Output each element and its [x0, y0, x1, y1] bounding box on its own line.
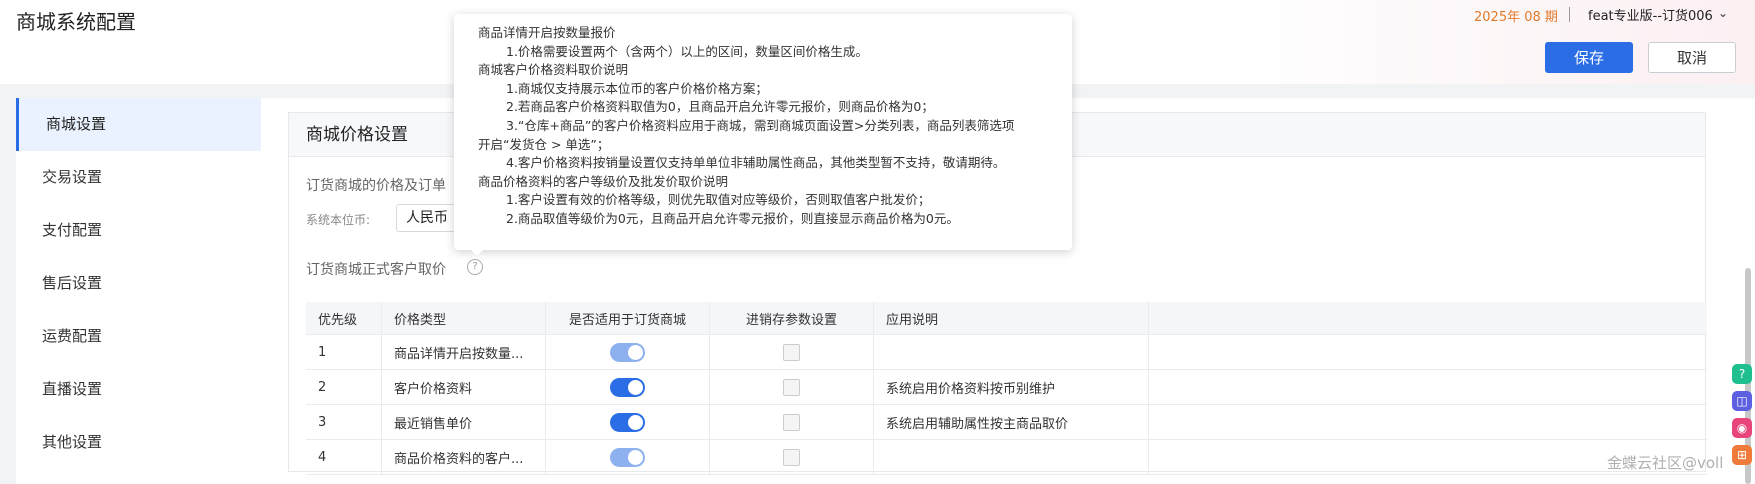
tooltip-arrow: [470, 249, 484, 256]
tooltip-line: 1.客户设置有效的价格等级，则优先取值对应等级价，否则取值客户批发价；: [506, 192, 931, 208]
inventory-param-cell: [710, 370, 874, 404]
tooltip-line: 1.价格需要设置两个（含两个）以上的区间，数量区间价格生成。: [506, 43, 868, 59]
inventory-param-cell: [710, 335, 874, 369]
price-type-cell: 商品价格资料的客户...: [382, 440, 546, 474]
table-row: 4 商品价格资料的客户...: [306, 440, 1707, 475]
tooltip-line: 1.商城仅支持展示本位币的客户价格价格方案；: [506, 80, 768, 96]
applicable-toggle[interactable]: [610, 447, 645, 467]
chat-float-icon[interactable]: ◫: [1732, 391, 1752, 411]
sidebar: 商城设置 交易设置 支付配置 售后设置 运费配置 直播设置 其他设置: [16, 98, 261, 484]
table-header: 应用说明: [874, 302, 1149, 334]
table-header: 是否适用于订货商城: [546, 302, 710, 334]
tooltip-line: 4.客户价格资料按销量设置仅支持单单位非辅助属性商品，其他类型暂不支持，敬请期待…: [506, 155, 1006, 171]
apps-float-icon[interactable]: ⊞: [1732, 445, 1752, 465]
inventory-param-checkbox[interactable]: [783, 448, 800, 466]
page-title: 商城系统配置: [16, 10, 136, 34]
tooltip-heading: 商城客户价格资料取价说明: [478, 62, 629, 78]
priority-cell: 1: [306, 335, 382, 369]
sidebar-item-payment-config[interactable]: 支付配置: [16, 204, 261, 257]
table-header: 价格类型: [382, 302, 546, 334]
tooltip-line: 开启“发货仓 > 单选”；: [478, 136, 610, 152]
pricing-table: 优先级 价格类型 是否适用于订货商城 进销存参数设置 应用说明 1 商品详情开启…: [306, 302, 1707, 475]
table-row: 2 客户价格资料 系统启用价格资料按币别维护: [306, 370, 1707, 405]
price-type-cell: 客户价格资料: [382, 370, 546, 404]
table-header: 进销存参数设置: [710, 302, 874, 334]
table-header: [1149, 302, 1707, 334]
section-description: 订货商城的价格及订单: [306, 178, 446, 194]
sidebar-item-other-settings[interactable]: 其他设置: [16, 416, 261, 469]
floating-action-buttons: ? ◫ ◉ ⊞: [1732, 364, 1755, 472]
tooltip-line: 2.商品取值等级价为0元，且商品开启允许零元报价，则直接显示商品价格为0元。: [506, 210, 959, 226]
table-header-row: 优先级 价格类型 是否适用于订货商城 进销存参数设置 应用说明: [306, 302, 1707, 335]
pricing-label: 订货商城正式客户取价: [306, 262, 446, 278]
tooltip-line: 2.若商品客户价格资料取值为0，且商品开启允许零元报价，则商品价格为0；: [506, 99, 934, 115]
sidebar-item-shipping-config[interactable]: 运费配置: [16, 310, 261, 363]
sidebar-item-mall-settings[interactable]: 商城设置: [16, 98, 261, 151]
description-cell: [874, 440, 1149, 474]
help-float-icon[interactable]: ?: [1732, 364, 1752, 384]
description-cell: 系统启用价格资料按币别维护: [874, 370, 1149, 404]
inventory-param-checkbox[interactable]: [783, 378, 800, 396]
inventory-param-checkbox[interactable]: [783, 413, 800, 431]
applicable-toggle[interactable]: [610, 377, 645, 397]
price-type-cell: 商品详情开启按数量...: [382, 335, 546, 369]
inventory-param-checkbox[interactable]: [783, 343, 800, 361]
inventory-param-cell: [710, 440, 874, 474]
empty-cell: [1149, 370, 1707, 404]
priority-cell: 3: [306, 405, 382, 439]
sidebar-item-aftersales-settings[interactable]: 售后设置: [16, 257, 261, 310]
tooltip-heading: 商品详情开启按数量报价: [478, 25, 616, 40]
cancel-button[interactable]: 取消: [1648, 42, 1736, 73]
org-selector[interactable]: feat专业版--订货006: [1588, 5, 1713, 24]
price-type-cell: 最近销售单价: [382, 405, 546, 439]
chevron-down-icon[interactable]: ⌄: [1718, 6, 1728, 20]
sidebar-item-trade-settings[interactable]: 交易设置: [16, 151, 261, 204]
sidebar-item-live-settings[interactable]: 直播设置: [16, 363, 261, 416]
feedback-float-icon[interactable]: ◉: [1732, 418, 1752, 438]
priority-cell: 2: [306, 370, 382, 404]
table-header: 优先级: [306, 302, 382, 334]
description-cell: 系统启用辅助属性按主商品取价: [874, 405, 1149, 439]
applicable-cell: [546, 440, 710, 474]
period-label[interactable]: 2025年 08 期: [1474, 6, 1558, 25]
priority-cell: 4: [306, 440, 382, 474]
table-row: 3 最近销售单价 系统启用辅助属性按主商品取价: [306, 405, 1707, 440]
tooltip-heading: 商品价格资料的客户等级价及批发价取价说明: [478, 173, 729, 189]
applicable-cell: [546, 405, 710, 439]
header-divider: [1569, 7, 1570, 22]
help-tooltip: 商品详情开启按数量报价 1.价格需要设置两个（含两个）以上的区间，数量区间价格生…: [454, 14, 1072, 250]
tooltip-line: 3.“仓库+商品”的客户价格资料应用于商城，需到商城页面设置>分类列表，商品列表…: [506, 117, 1015, 133]
watermark: 金蝶云社区@voll: [1607, 454, 1724, 472]
save-button[interactable]: 保存: [1545, 42, 1633, 73]
applicable-cell: [546, 370, 710, 404]
applicable-toggle[interactable]: [610, 412, 645, 432]
description-cell: [874, 335, 1149, 369]
empty-cell: [1149, 335, 1707, 369]
empty-cell: [1149, 405, 1707, 439]
applicable-cell: [546, 335, 710, 369]
table-row: 1 商品详情开启按数量...: [306, 335, 1707, 370]
help-icon[interactable]: ?: [467, 259, 483, 275]
currency-label: 系统本位币:: [306, 213, 371, 227]
inventory-param-cell: [710, 405, 874, 439]
applicable-toggle[interactable]: [610, 342, 645, 362]
